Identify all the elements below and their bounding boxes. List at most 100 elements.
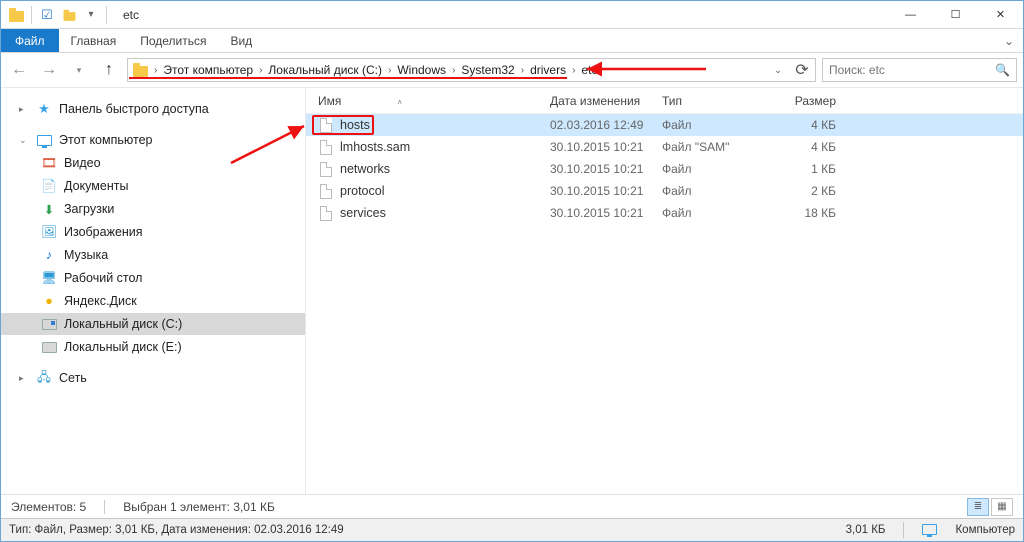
chevron-icon[interactable]: ›	[150, 65, 161, 76]
desktop-icon: 🖥	[41, 270, 57, 286]
download-icon: ⬇	[41, 201, 57, 217]
breadcrumb-segment[interactable]: etc	[579, 63, 599, 77]
qat-properties-icon[interactable]: ☑	[38, 6, 56, 24]
nav-up-button[interactable]: ↑	[97, 58, 121, 82]
search-input[interactable]	[829, 63, 995, 77]
music-icon: ♪	[41, 247, 57, 263]
tree-item-disk-c[interactable]: Локальный диск (C:)	[1, 313, 305, 335]
nav-forward-button[interactable]: →	[37, 58, 61, 82]
search-box[interactable]: 🔍	[822, 58, 1017, 82]
tree-item-yandex-disk[interactable]: ● Яндекс.Диск	[1, 290, 305, 312]
chevron-icon[interactable]: ›	[517, 65, 528, 76]
qat-newfolder-icon[interactable]	[60, 6, 78, 24]
breadcrumb-segment[interactable]: Локальный диск (C:)	[266, 63, 384, 77]
breadcrumb-segment[interactable]: Windows	[395, 63, 448, 77]
chevron-icon[interactable]: ›	[255, 65, 266, 76]
file-size: 4 КБ	[766, 118, 846, 132]
tree-label: Изображения	[64, 225, 143, 239]
disk-icon	[41, 316, 57, 332]
tree-label: Панель быстрого доступа	[59, 102, 209, 116]
network-icon: 🖧	[36, 370, 52, 386]
body: ▸ ★ Панель быстрого доступа ⌄ Этот компь…	[1, 88, 1023, 494]
address-bar[interactable]: › Этот компьютер › Локальный диск (C:) ›…	[127, 58, 816, 82]
file-row[interactable]: protocol 30.10.2015 10:21 Файл 2 КБ	[306, 180, 1023, 202]
file-icon	[318, 183, 334, 199]
navigation-tree[interactable]: ▸ ★ Панель быстрого доступа ⌄ Этот компь…	[1, 88, 306, 494]
column-size[interactable]: Размер	[766, 94, 846, 108]
file-size: 4 КБ	[766, 140, 846, 154]
qat-dropdown-icon[interactable]: ▾	[82, 6, 100, 24]
ribbon-file-tab[interactable]: Файл	[1, 29, 59, 52]
tree-label: Яндекс.Диск	[64, 294, 137, 308]
maximize-button[interactable]: ☐	[933, 1, 978, 29]
file-rows: hosts 02.03.2016 12:49 Файл 4 КБ lmhosts…	[306, 114, 1023, 224]
ribbon-tab-home[interactable]: Главная	[59, 29, 129, 52]
chevron-icon[interactable]: ›	[568, 65, 579, 76]
file-row[interactable]: networks 30.10.2015 10:21 Файл 1 КБ	[306, 158, 1023, 180]
navigation-row: ← → ▾ ↑ › Этот компьютер › Локальный дис…	[1, 53, 1023, 88]
tree-label: Документы	[64, 179, 128, 193]
tree-quick-access[interactable]: ▸ ★ Панель быстрого доступа	[1, 98, 305, 120]
ribbon-tab-view[interactable]: Вид	[218, 29, 264, 52]
file-date: 30.10.2015 10:21	[550, 184, 662, 198]
column-date[interactable]: Дата изменения	[550, 94, 662, 108]
breadcrumb-segment[interactable]: System32	[459, 63, 516, 77]
file-name: networks	[340, 162, 550, 176]
tree-label: Загрузки	[64, 202, 114, 216]
file-row[interactable]: hosts 02.03.2016 12:49 Файл 4 КБ	[306, 114, 1023, 136]
tree-network[interactable]: ▸ 🖧 Сеть	[1, 367, 305, 389]
search-icon[interactable]: 🔍	[995, 63, 1010, 77]
file-row[interactable]: lmhosts.sam 30.10.2015 10:21 Файл "SAM" …	[306, 136, 1023, 158]
status-bar-details: Тип: Файл, Размер: 3,01 КБ, Дата изменен…	[1, 518, 1023, 541]
minimize-button[interactable]: —	[888, 1, 933, 29]
tree-this-pc[interactable]: ⌄ Этот компьютер	[1, 129, 305, 151]
tree-item-documents[interactable]: 📄 Документы	[1, 175, 305, 197]
titlebar: ☑ ▾ etc — ☐ ✕	[1, 1, 1023, 29]
caret-icon[interactable]: ▸	[19, 104, 29, 115]
address-history-button[interactable]: ⌄	[767, 59, 789, 81]
file-type: Файл	[662, 184, 766, 198]
column-name[interactable]: Имя˄	[318, 94, 550, 108]
nav-back-button[interactable]: ←	[7, 58, 31, 82]
chevron-icon[interactable]: ›	[384, 65, 395, 76]
tree-item-video[interactable]: 🎞Видео	[1, 152, 305, 174]
tree-label: Локальный диск (E:)	[64, 340, 182, 354]
file-icon	[318, 205, 334, 221]
file-type: Файл	[662, 162, 766, 176]
chevron-icon[interactable]: ›	[448, 65, 459, 76]
disk-icon	[41, 339, 57, 355]
ribbon-expand-button[interactable]: ⌄	[995, 29, 1023, 52]
view-icons-button[interactable]: ▦	[991, 498, 1013, 516]
file-type: Файл "SAM"	[662, 140, 766, 154]
tree-item-music[interactable]: ♪Музыка	[1, 244, 305, 266]
file-name: hosts	[340, 118, 550, 132]
document-icon: 📄	[41, 178, 57, 194]
view-details-button[interactable]: ≣	[967, 498, 989, 516]
window-title: etc	[115, 8, 139, 22]
address-folder-icon	[130, 60, 150, 80]
breadcrumb-segment[interactable]: Этот компьютер	[161, 63, 255, 77]
yandex-disk-icon: ●	[41, 293, 57, 309]
column-type[interactable]: Тип	[662, 94, 766, 108]
qat-divider-2	[106, 6, 107, 24]
close-button[interactable]: ✕	[978, 1, 1023, 29]
breadcrumb-segment[interactable]: drivers	[528, 63, 568, 77]
file-date: 02.03.2016 12:49	[550, 118, 662, 132]
nav-recent-button[interactable]: ▾	[67, 58, 91, 82]
file-type: Файл	[662, 206, 766, 220]
file-row[interactable]: services 30.10.2015 10:21 Файл 18 КБ	[306, 202, 1023, 224]
caret-icon[interactable]: ⌄	[19, 135, 29, 146]
tree-item-downloads[interactable]: ⬇ Загрузки	[1, 198, 305, 220]
tree-item-pictures[interactable]: 🖼Изображения	[1, 221, 305, 243]
file-date: 30.10.2015 10:21	[550, 162, 662, 176]
tree-label: Видео	[64, 156, 101, 170]
tree-item-desktop[interactable]: 🖥Рабочий стол	[1, 267, 305, 289]
ribbon-tab-share[interactable]: Поделиться	[128, 29, 218, 52]
status-computer: Компьютер	[955, 524, 1015, 536]
tree-item-disk-e[interactable]: Локальный диск (E:)	[1, 336, 305, 358]
caret-icon[interactable]: ▸	[19, 373, 29, 384]
monitor-icon	[36, 132, 52, 148]
refresh-button[interactable]: ⟳	[791, 59, 813, 81]
file-name: lmhosts.sam	[340, 140, 550, 154]
status-details-text: Тип: Файл, Размер: 3,01 КБ, Дата изменен…	[9, 524, 344, 536]
